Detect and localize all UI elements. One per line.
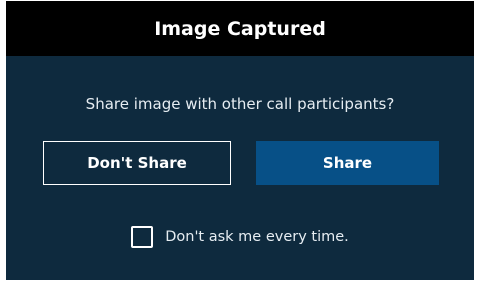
dont-share-button-label: Don't Share xyxy=(87,154,187,172)
image-captured-dialog: Image Captured Share image with other ca… xyxy=(6,1,474,280)
dont-share-button[interactable]: Don't Share xyxy=(43,141,231,185)
dialog-title-bar: Image Captured xyxy=(6,1,474,56)
dont-ask-again-label[interactable]: Don't ask me every time. xyxy=(165,229,349,245)
dialog-title: Image Captured xyxy=(154,17,326,40)
share-prompt-text: Share image with other call participants… xyxy=(85,95,395,113)
share-button[interactable]: Share xyxy=(256,141,439,185)
dont-ask-again-row[interactable]: Don't ask me every time. xyxy=(6,226,474,248)
share-button-label: Share xyxy=(322,154,373,172)
dont-ask-again-checkbox[interactable] xyxy=(131,226,154,248)
